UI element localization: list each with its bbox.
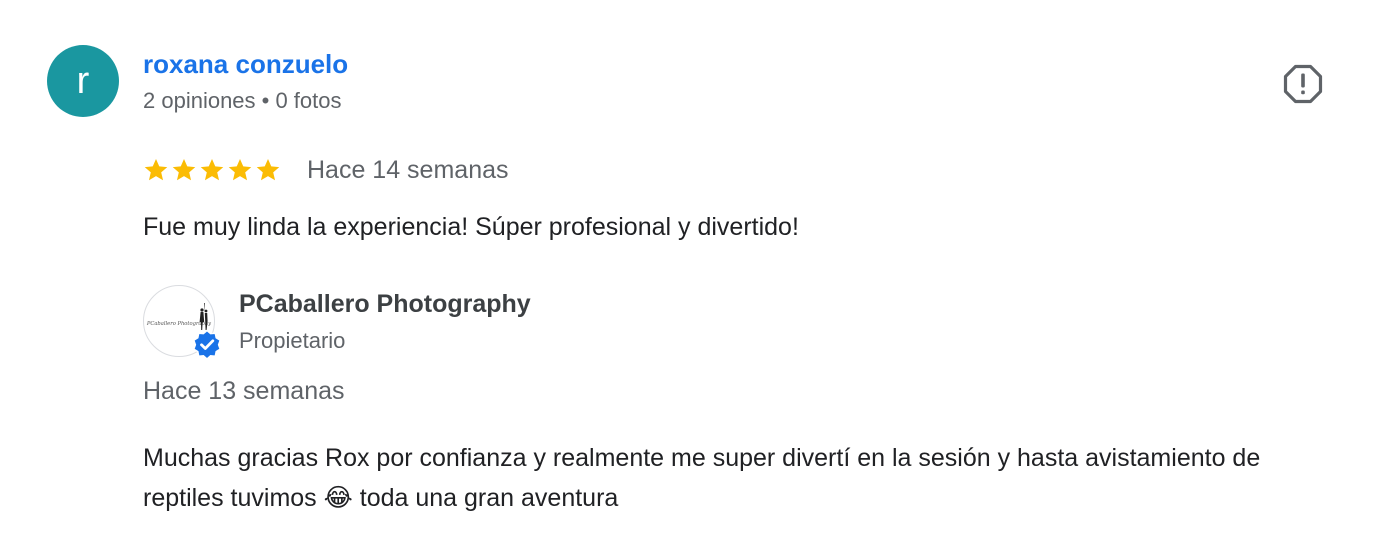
star-icon bbox=[200, 158, 224, 181]
star-icon bbox=[144, 158, 168, 181]
owner-role-label: Propietario bbox=[239, 328, 346, 353]
report-flag-icon bbox=[1283, 64, 1323, 104]
review-date: Hace 14 semanas bbox=[307, 156, 509, 184]
rating-row: Hace 14 semanas bbox=[143, 153, 509, 187]
star-icon bbox=[172, 158, 196, 181]
owner-avatar[interactable]: PCaballero Photography bbox=[143, 285, 222, 359]
reply-text: Muchas gracias Rox por confianza y realm… bbox=[143, 444, 1261, 512]
verified-check-icon bbox=[192, 329, 222, 359]
reviewer-stats: 2 opiniones • 0 fotos bbox=[143, 88, 342, 113]
reviewer-avatar[interactable]: r bbox=[47, 45, 119, 117]
reviewer-name-link[interactable]: roxana conzuelo bbox=[143, 47, 348, 81]
star-rating bbox=[143, 157, 281, 183]
reply-date: Hace 13 semanas bbox=[143, 377, 345, 405]
reviewer-initial: r bbox=[76, 60, 90, 102]
review-text: Fue muy linda la experiencia! Súper prof… bbox=[143, 213, 799, 241]
owner-name: PCaballero Photography bbox=[239, 290, 531, 318]
star-icon bbox=[228, 158, 252, 181]
star-icon bbox=[256, 158, 280, 181]
report-review-button[interactable] bbox=[1282, 63, 1324, 105]
